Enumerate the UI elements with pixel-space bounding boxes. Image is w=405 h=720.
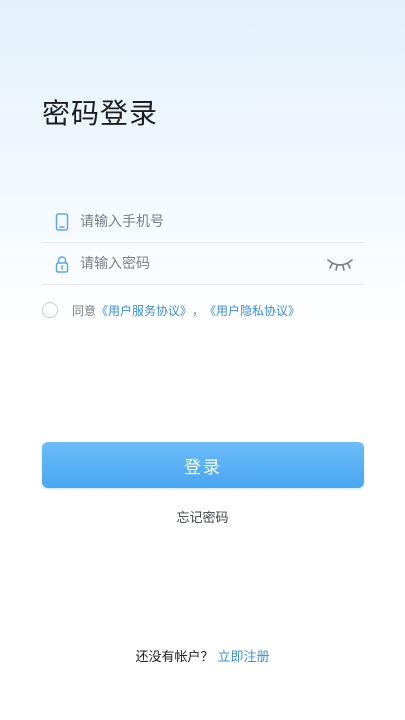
register-row: 还没有帐户？ 立即注册 <box>0 646 405 665</box>
phone-icon <box>52 212 72 232</box>
eye-closed-icon[interactable] <box>324 254 356 274</box>
agreement-prefix: 同意 <box>72 303 97 318</box>
password-input[interactable] <box>80 243 324 284</box>
password-field-row <box>42 243 364 285</box>
login-button[interactable]: 登录 <box>42 442 364 488</box>
register-link[interactable]: 立即注册 <box>218 650 270 665</box>
no-account-text: 还没有帐户？ <box>135 650 214 665</box>
lock-icon <box>52 254 72 274</box>
service-agreement-link[interactable]: 《用户服务协议》 <box>96 302 192 319</box>
agreement-checkbox[interactable] <box>42 302 58 318</box>
page-title: 密码登录 <box>42 97 159 130</box>
agreement-row: 同意 《用户服务协议》 ， 《用户隐私协议》 <box>42 300 300 320</box>
agreement-separator: ， <box>192 303 205 318</box>
forgot-password-link[interactable]: 忘记密码 <box>0 507 405 526</box>
privacy-agreement-link[interactable]: 《用户隐私协议》 <box>204 302 300 319</box>
phone-input[interactable] <box>80 201 364 242</box>
phone-field-row <box>42 201 364 243</box>
